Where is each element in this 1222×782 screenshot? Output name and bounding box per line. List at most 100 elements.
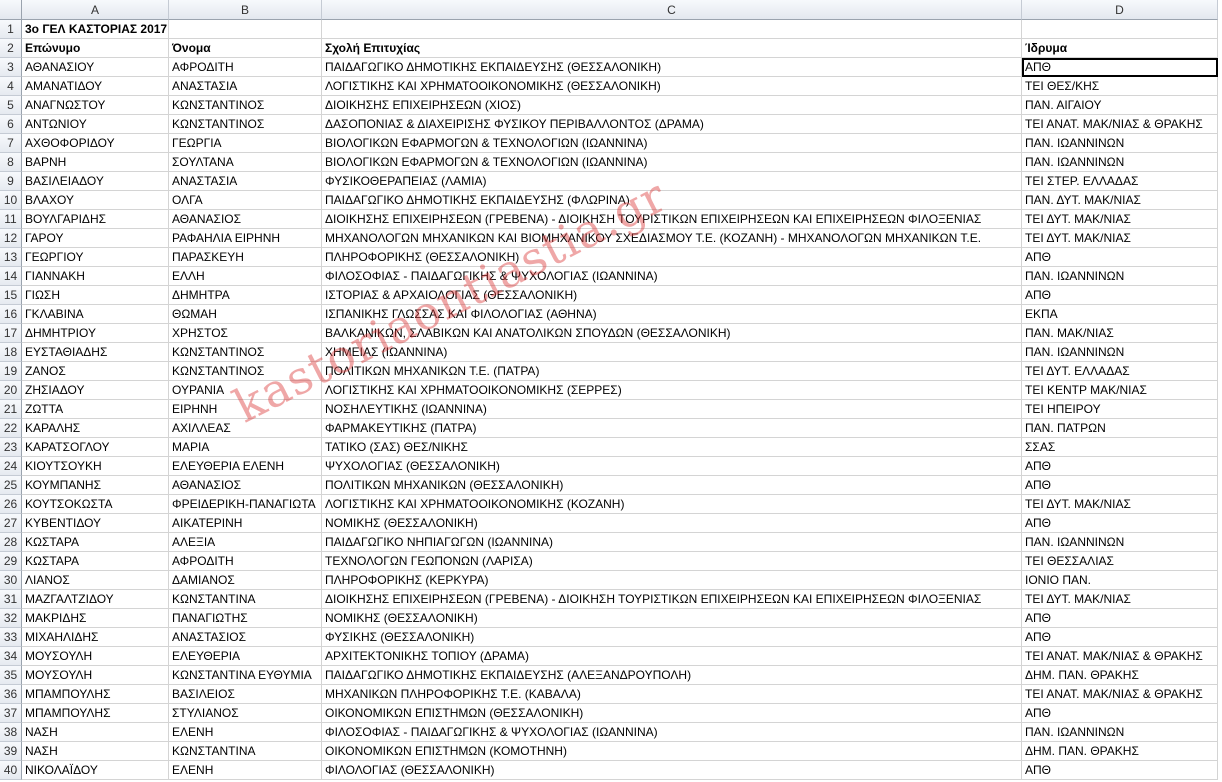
school-cell[interactable]: ΛΟΓΙΣΤΙΚΗΣ ΚΑΙ ΧΡΗΜΑΤΟΟΙΚΟΝΟΜΙΚΗΣ (ΘΕΣΣΑ… [322, 77, 1022, 96]
school-cell[interactable]: ΠΛΗΡΟΦΟΡΙΚΗΣ (ΘΕΣΣΑΛΟΝΙΚΗ) [322, 248, 1022, 267]
surname-cell[interactable]: ΓΑΡΟΥ [22, 229, 169, 248]
institution-cell[interactable]: ΤΕΙ ΔΥΤ. ΜΑΚ/ΝΙΑΣ [1022, 229, 1218, 248]
surname-cell[interactable]: ΑΝΑΓΝΩΣΤΟΥ [22, 96, 169, 115]
row-number[interactable]: 32 [0, 609, 22, 628]
title-cell[interactable]: 3ο ΓΕΛ ΚΑΣΤΟΡΙΑΣ 2017 [22, 20, 169, 39]
surname-cell[interactable]: ΓΚΛΑΒΙΝΑ [22, 305, 169, 324]
school-cell[interactable]: ΑΡΧΙΤΕΚΤΟΝΙΚΗΣ ΤΟΠΙΟΥ (ΔΡΑΜΑ) [322, 647, 1022, 666]
firstname-cell[interactable]: ΟΛΓΑ [169, 191, 322, 210]
institution-cell[interactable]: ΔΗΜ. ΠΑΝ. ΘΡΑΚΗΣ [1022, 742, 1218, 761]
school-cell[interactable]: ΤΑΤΙΚΟ (ΣΑΣ) ΘΕΣ/ΝΙΚΗΣ [322, 438, 1022, 457]
row-number[interactable]: 30 [0, 571, 22, 590]
row-number[interactable]: 5 [0, 96, 22, 115]
institution-cell[interactable]: ΙΟΝΙΟ ΠΑΝ. [1022, 571, 1218, 590]
column-header-b[interactable]: B [169, 0, 322, 20]
surname-cell[interactable]: ΚΩΣΤΑΡΑ [22, 552, 169, 571]
school-cell[interactable]: ΦΥΣΙΚΗΣ (ΘΕΣΣΑΛΟΝΙΚΗ) [322, 628, 1022, 647]
firstname-cell[interactable]: ΑΦΡΟΔΙΤΗ [169, 58, 322, 77]
school-cell[interactable]: ΒΑΛΚΑΝΙΚΩΝ, ΣΛΑΒΙΚΩΝ ΚΑΙ ΑΝΑΤΟΛΙΚΩΝ ΣΠΟΥ… [322, 324, 1022, 343]
school-cell[interactable]: ΝΟΣΗΛΕΥΤΙΚΗΣ (ΙΩΑΝΝΙΝΑ) [322, 400, 1022, 419]
firstname-cell[interactable]: ΕΙΡΗΝΗ [169, 400, 322, 419]
institution-cell[interactable]: ΠΑΝ. ΔΥΤ. ΜΑΚ/ΝΙΑΣ [1022, 191, 1218, 210]
surname-cell[interactable]: ΓΙΑΝΝΑΚΗ [22, 267, 169, 286]
surname-cell[interactable]: ΖΗΣΙΑΔΟΥ [22, 381, 169, 400]
school-cell[interactable]: ΠΑΙΔΑΓΩΓΙΚΟ ΔΗΜΟΤΙΚΗΣ ΕΚΠΑΙΔΕΥΣΗΣ (ΑΛΕΞΑ… [322, 666, 1022, 685]
institution-cell[interactable]: ΑΠΘ [1022, 457, 1218, 476]
row-number[interactable]: 40 [0, 761, 22, 780]
institution-cell[interactable]: ΤΕΙ ΣΤΕΡ. ΕΛΛΑΔΑΣ [1022, 172, 1218, 191]
column-header-c[interactable]: C [322, 0, 1022, 20]
row-number[interactable]: 33 [0, 628, 22, 647]
row-number[interactable]: 14 [0, 267, 22, 286]
school-cell[interactable]: ΜΗΧΑΝΙΚΩΝ ΠΛΗΡΟΦΟΡΙΚΗΣ Τ.Ε. (ΚΑΒΑΛΑ) [322, 685, 1022, 704]
school-cell[interactable]: ΤΕΧΝΟΛΟΓΩΝ ΓΕΩΠΟΝΩΝ (ΛΑΡΙΣΑ) [322, 552, 1022, 571]
institution-cell[interactable]: ΠΑΝ. ΑΙΓΑΙΟΥ [1022, 96, 1218, 115]
surname-cell[interactable]: ΚΙΟΥΤΣΟΥΚΗ [22, 457, 169, 476]
school-cell[interactable]: ΟΙΚΟΝΟΜΙΚΩΝ ΕΠΙΣΤΗΜΩΝ (ΘΕΣΣΑΛΟΝΙΚΗ) [322, 704, 1022, 723]
cell-c1[interactable] [322, 20, 1022, 39]
surname-cell[interactable]: ΜΑΖΓΑΛΤΖΙΔΟΥ [22, 590, 169, 609]
institution-cell[interactable]: ΤΕΙ ΗΠΕΙΡΟΥ [1022, 400, 1218, 419]
row-number[interactable]: 29 [0, 552, 22, 571]
row-number[interactable]: 23 [0, 438, 22, 457]
institution-cell[interactable]: ΑΠΘ [1022, 286, 1218, 305]
surname-cell[interactable]: ΜΑΚΡΙΔΗΣ [22, 609, 169, 628]
institution-cell[interactable]: ΠΑΝ. ΙΩΑΝΝΙΝΩΝ [1022, 267, 1218, 286]
institution-cell[interactable]: ΤΕΙ ΑΝΑΤ. ΜΑΚ/ΝΙΑΣ & ΘΡΑΚΗΣ [1022, 115, 1218, 134]
school-cell[interactable]: ΛΟΓΙΣΤΙΚΗΣ ΚΑΙ ΧΡΗΜΑΤΟΟΙΚΟΝΟΜΙΚΗΣ (ΚΟΖΑΝ… [322, 495, 1022, 514]
school-cell[interactable]: ΦΙΛΟΣΟΦΙΑΣ - ΠΑΙΔΑΓΩΓΙΚΗΣ & ΨΥΧΟΛΟΓΙΑΣ (… [322, 723, 1022, 742]
firstname-cell[interactable]: ΧΡΗΣΤΟΣ [169, 324, 322, 343]
surname-cell[interactable]: ΝΑΣΗ [22, 742, 169, 761]
firstname-cell[interactable]: ΑΙΚΑΤΕΡΙΝΗ [169, 514, 322, 533]
column-header-d[interactable]: D [1022, 0, 1218, 20]
school-cell[interactable]: ΠΛΗΡΟΦΟΡΙΚΗΣ (ΚΕΡΚΥΡΑ) [322, 571, 1022, 590]
institution-cell[interactable]: ΑΠΘ [1022, 248, 1218, 267]
surname-cell[interactable]: ΛΙΑΝΟΣ [22, 571, 169, 590]
firstname-cell[interactable]: ΡΑΦΑΗΛΙΑ ΕΙΡΗΝΗ [169, 229, 322, 248]
surname-cell[interactable]: ΚΟΥΤΣΟΚΩΣΤΑ [22, 495, 169, 514]
row-number[interactable]: 17 [0, 324, 22, 343]
institution-cell[interactable]: ΠΑΝ. ΙΩΑΝΝΙΝΩΝ [1022, 153, 1218, 172]
firstname-cell[interactable]: ΚΩΝΣΤΑΝΤΙΝΟΣ [169, 343, 322, 362]
school-cell[interactable]: ΠΑΙΔΑΓΩΓΙΚΟ ΔΗΜΟΤΙΚΗΣ ΕΚΠΑΙΔΕΥΣΗΣ (ΘΕΣΣΑ… [322, 58, 1022, 77]
firstname-cell[interactable]: ΑΛΕΞΙΑ [169, 533, 322, 552]
school-cell[interactable]: ΠΟΛΙΤΙΚΩΝ ΜΗΧΑΝΙΚΩΝ (ΘΕΣΣΑΛΟΝΙΚΗ) [322, 476, 1022, 495]
institution-cell[interactable]: ΑΠΘ [1022, 476, 1218, 495]
institution-cell[interactable]: ΣΣΑΣ [1022, 438, 1218, 457]
firstname-cell[interactable]: ΚΩΝΣΤΑΝΤΙΝΟΣ [169, 362, 322, 381]
firstname-cell[interactable]: ΣΤΥΛΙΑΝΟΣ [169, 704, 322, 723]
institution-cell[interactable]: ΤΕΙ ΑΝΑΤ. ΜΑΚ/ΝΙΑΣ & ΘΡΑΚΗΣ [1022, 685, 1218, 704]
institution-cell[interactable]: ΑΠΘ [1022, 704, 1218, 723]
row-number[interactable]: 25 [0, 476, 22, 495]
institution-cell[interactable]: ΠΑΝ. ΜΑΚ/ΝΙΑΣ [1022, 324, 1218, 343]
institution-cell[interactable]: ΠΑΝ. ΙΩΑΝΝΙΝΩΝ [1022, 723, 1218, 742]
row-number[interactable]: 28 [0, 533, 22, 552]
row-number[interactable]: 31 [0, 590, 22, 609]
row-number[interactable]: 39 [0, 742, 22, 761]
school-cell[interactable]: ΟΙΚΟΝΟΜΙΚΩΝ ΕΠΙΣΤΗΜΩΝ (ΚΟΜΟΤΗΝΗ) [322, 742, 1022, 761]
surname-cell[interactable]: ΚΥΒΕΝΤΙΔΟΥ [22, 514, 169, 533]
school-cell[interactable]: ΝΟΜΙΚΗΣ (ΘΕΣΣΑΛΟΝΙΚΗ) [322, 609, 1022, 628]
firstname-cell[interactable]: ΑΦΡΟΔΙΤΗ [169, 552, 322, 571]
firstname-cell[interactable]: ΔΑΜΙΑΝΟΣ [169, 571, 322, 590]
header-school[interactable]: Σχολή Επιτυχίας [322, 39, 1022, 58]
firstname-cell[interactable]: ΘΩΜΑΗ [169, 305, 322, 324]
institution-cell[interactable]: ΠΑΝ. ΙΩΑΝΝΙΝΩΝ [1022, 134, 1218, 153]
surname-cell[interactable]: ΓΙΩΣΗ [22, 286, 169, 305]
row-number[interactable]: 36 [0, 685, 22, 704]
institution-cell[interactable]: ΤΕΙ ΔΥΤ. ΜΑΚ/ΝΙΑΣ [1022, 495, 1218, 514]
firstname-cell[interactable]: ΑΘΑΝΑΣΙΟΣ [169, 476, 322, 495]
firstname-cell[interactable]: ΕΛΕΥΘΕΡΙΑ ΕΛΕΝΗ [169, 457, 322, 476]
surname-cell[interactable]: ΜΙΧΑΗΛΙΔΗΣ [22, 628, 169, 647]
surname-cell[interactable]: ΒΟΥΛΓΑΡΙΔΗΣ [22, 210, 169, 229]
row-number[interactable]: 22 [0, 419, 22, 438]
row-number[interactable]: 38 [0, 723, 22, 742]
institution-cell[interactable]: ΤΕΙ ΚΕΝΤΡ ΜΑΚ/ΝΙΑΣ [1022, 381, 1218, 400]
row-number[interactable]: 26 [0, 495, 22, 514]
school-cell[interactable]: ΝΟΜΙΚΗΣ (ΘΕΣΣΑΛΟΝΙΚΗ) [322, 514, 1022, 533]
firstname-cell[interactable]: ΟΥΡΑΝΙΑ [169, 381, 322, 400]
row-number[interactable]: 37 [0, 704, 22, 723]
firstname-cell[interactable]: ΕΛΕΥΘΕΡΙΑ [169, 647, 322, 666]
row-number[interactable]: 21 [0, 400, 22, 419]
row-number[interactable]: 6 [0, 115, 22, 134]
